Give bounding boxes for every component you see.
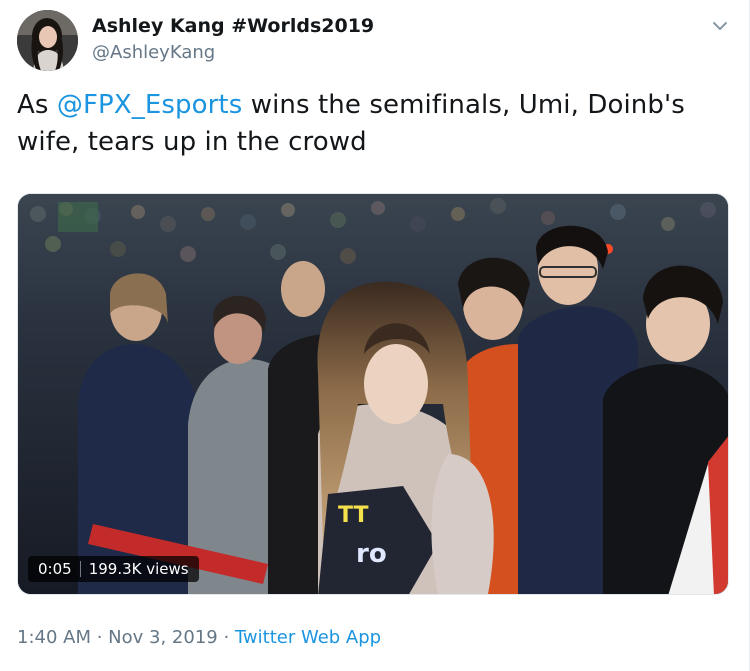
svg-text:TT: TT: [338, 503, 369, 528]
video-frame: TT ro: [18, 194, 728, 594]
tweet-date[interactable]: Nov 3, 2019: [108, 627, 218, 648]
tweet-time[interactable]: 1:40 AM: [17, 627, 91, 648]
author-name[interactable]: Ashley Kang #Worlds2019: [92, 15, 374, 37]
tweet-meta: 1:40 AM · Nov 3, 2019 · Twitter Web App: [17, 627, 381, 648]
meta-separator-1: ·: [91, 627, 109, 648]
video-duration: 0:05: [38, 560, 72, 578]
mention-link[interactable]: @FPX_Esports: [57, 90, 242, 120]
video-views: 199.3K views: [88, 560, 189, 578]
avatar-image: [17, 10, 78, 71]
chevron-down-icon[interactable]: [708, 14, 732, 38]
avatar[interactable]: [17, 10, 78, 71]
author-handle[interactable]: @AshleyKang: [92, 42, 215, 63]
tweet-text-start: As: [17, 90, 57, 120]
badge-divider: [79, 561, 81, 577]
tweet-text: As @FPX_Esports wins the semifinals, Umi…: [17, 87, 732, 161]
video-player[interactable]: TT ro 0:05 199.3K views: [17, 193, 729, 595]
video-stats-badge: 0:05 199.3K views: [28, 556, 199, 582]
svg-text:ro: ro: [356, 539, 387, 569]
meta-separator-2: ·: [217, 627, 235, 648]
tweet-card: Ashley Kang #Worlds2019 @AshleyKang As @…: [0, 0, 750, 671]
source-app-link[interactable]: Twitter Web App: [235, 627, 381, 648]
